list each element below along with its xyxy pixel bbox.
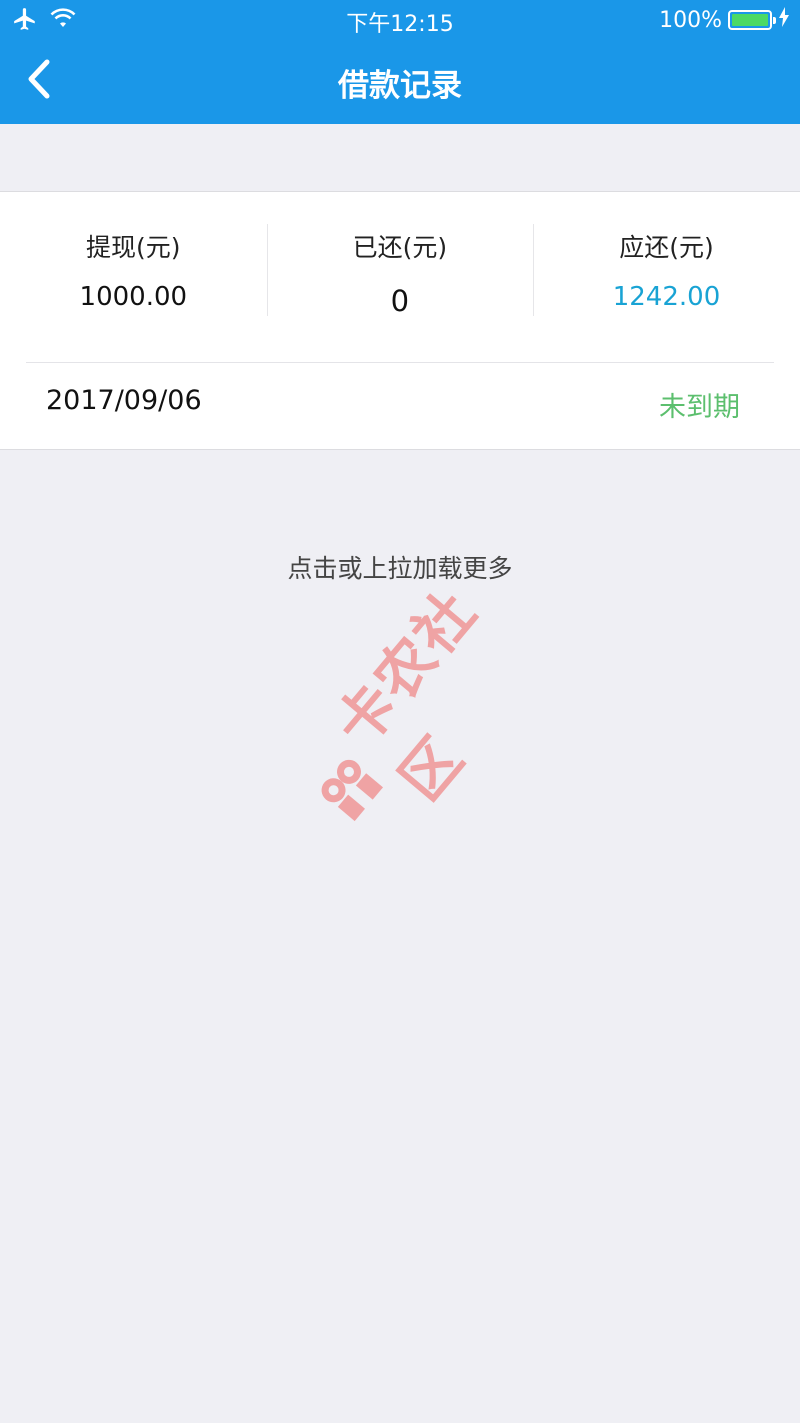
load-more-button[interactable]: 点击或上拉加载更多 <box>0 549 800 585</box>
charging-icon <box>778 6 790 34</box>
page-title: 借款记录 <box>338 68 462 104</box>
loan-record-card[interactable]: 提现(元) 1000.00 已还(元) 0 应还(元) 1242.00 2017… <box>0 191 800 450</box>
withdrawn-amount: 1000.00 <box>79 282 188 312</box>
nav-bar: 借款记录 <box>0 40 800 124</box>
battery-icon <box>728 10 776 30</box>
record-date: 2017/09/06 <box>46 385 202 416</box>
watermark: 卡农社区 <box>289 577 540 850</box>
summary-due: 应还(元) 1242.00 <box>533 192 800 362</box>
battery-percent: 100% <box>659 7 722 33</box>
loan-summary: 提现(元) 1000.00 已还(元) 0 应还(元) 1242.00 <box>0 192 800 362</box>
status-right: 100% <box>659 6 790 34</box>
repaid-amount: 0 <box>390 284 410 318</box>
due-amount: 1242.00 <box>612 282 721 312</box>
summary-repaid: 已还(元) 0 <box>266 192 534 362</box>
summary-label: 应还(元) <box>619 233 714 262</box>
status-bar: 下午12:15 100% <box>0 0 800 40</box>
summary-label: 提现(元) <box>86 233 181 262</box>
record-status: 未到期 <box>659 392 740 423</box>
top-bar: 下午12:15 100% 借款记录 <box>0 0 800 124</box>
summary-label: 已还(元) <box>352 233 448 262</box>
record-row[interactable]: 2017/09/06 未到期 <box>0 363 800 451</box>
summary-withdrawn: 提现(元) 1000.00 <box>0 192 267 362</box>
